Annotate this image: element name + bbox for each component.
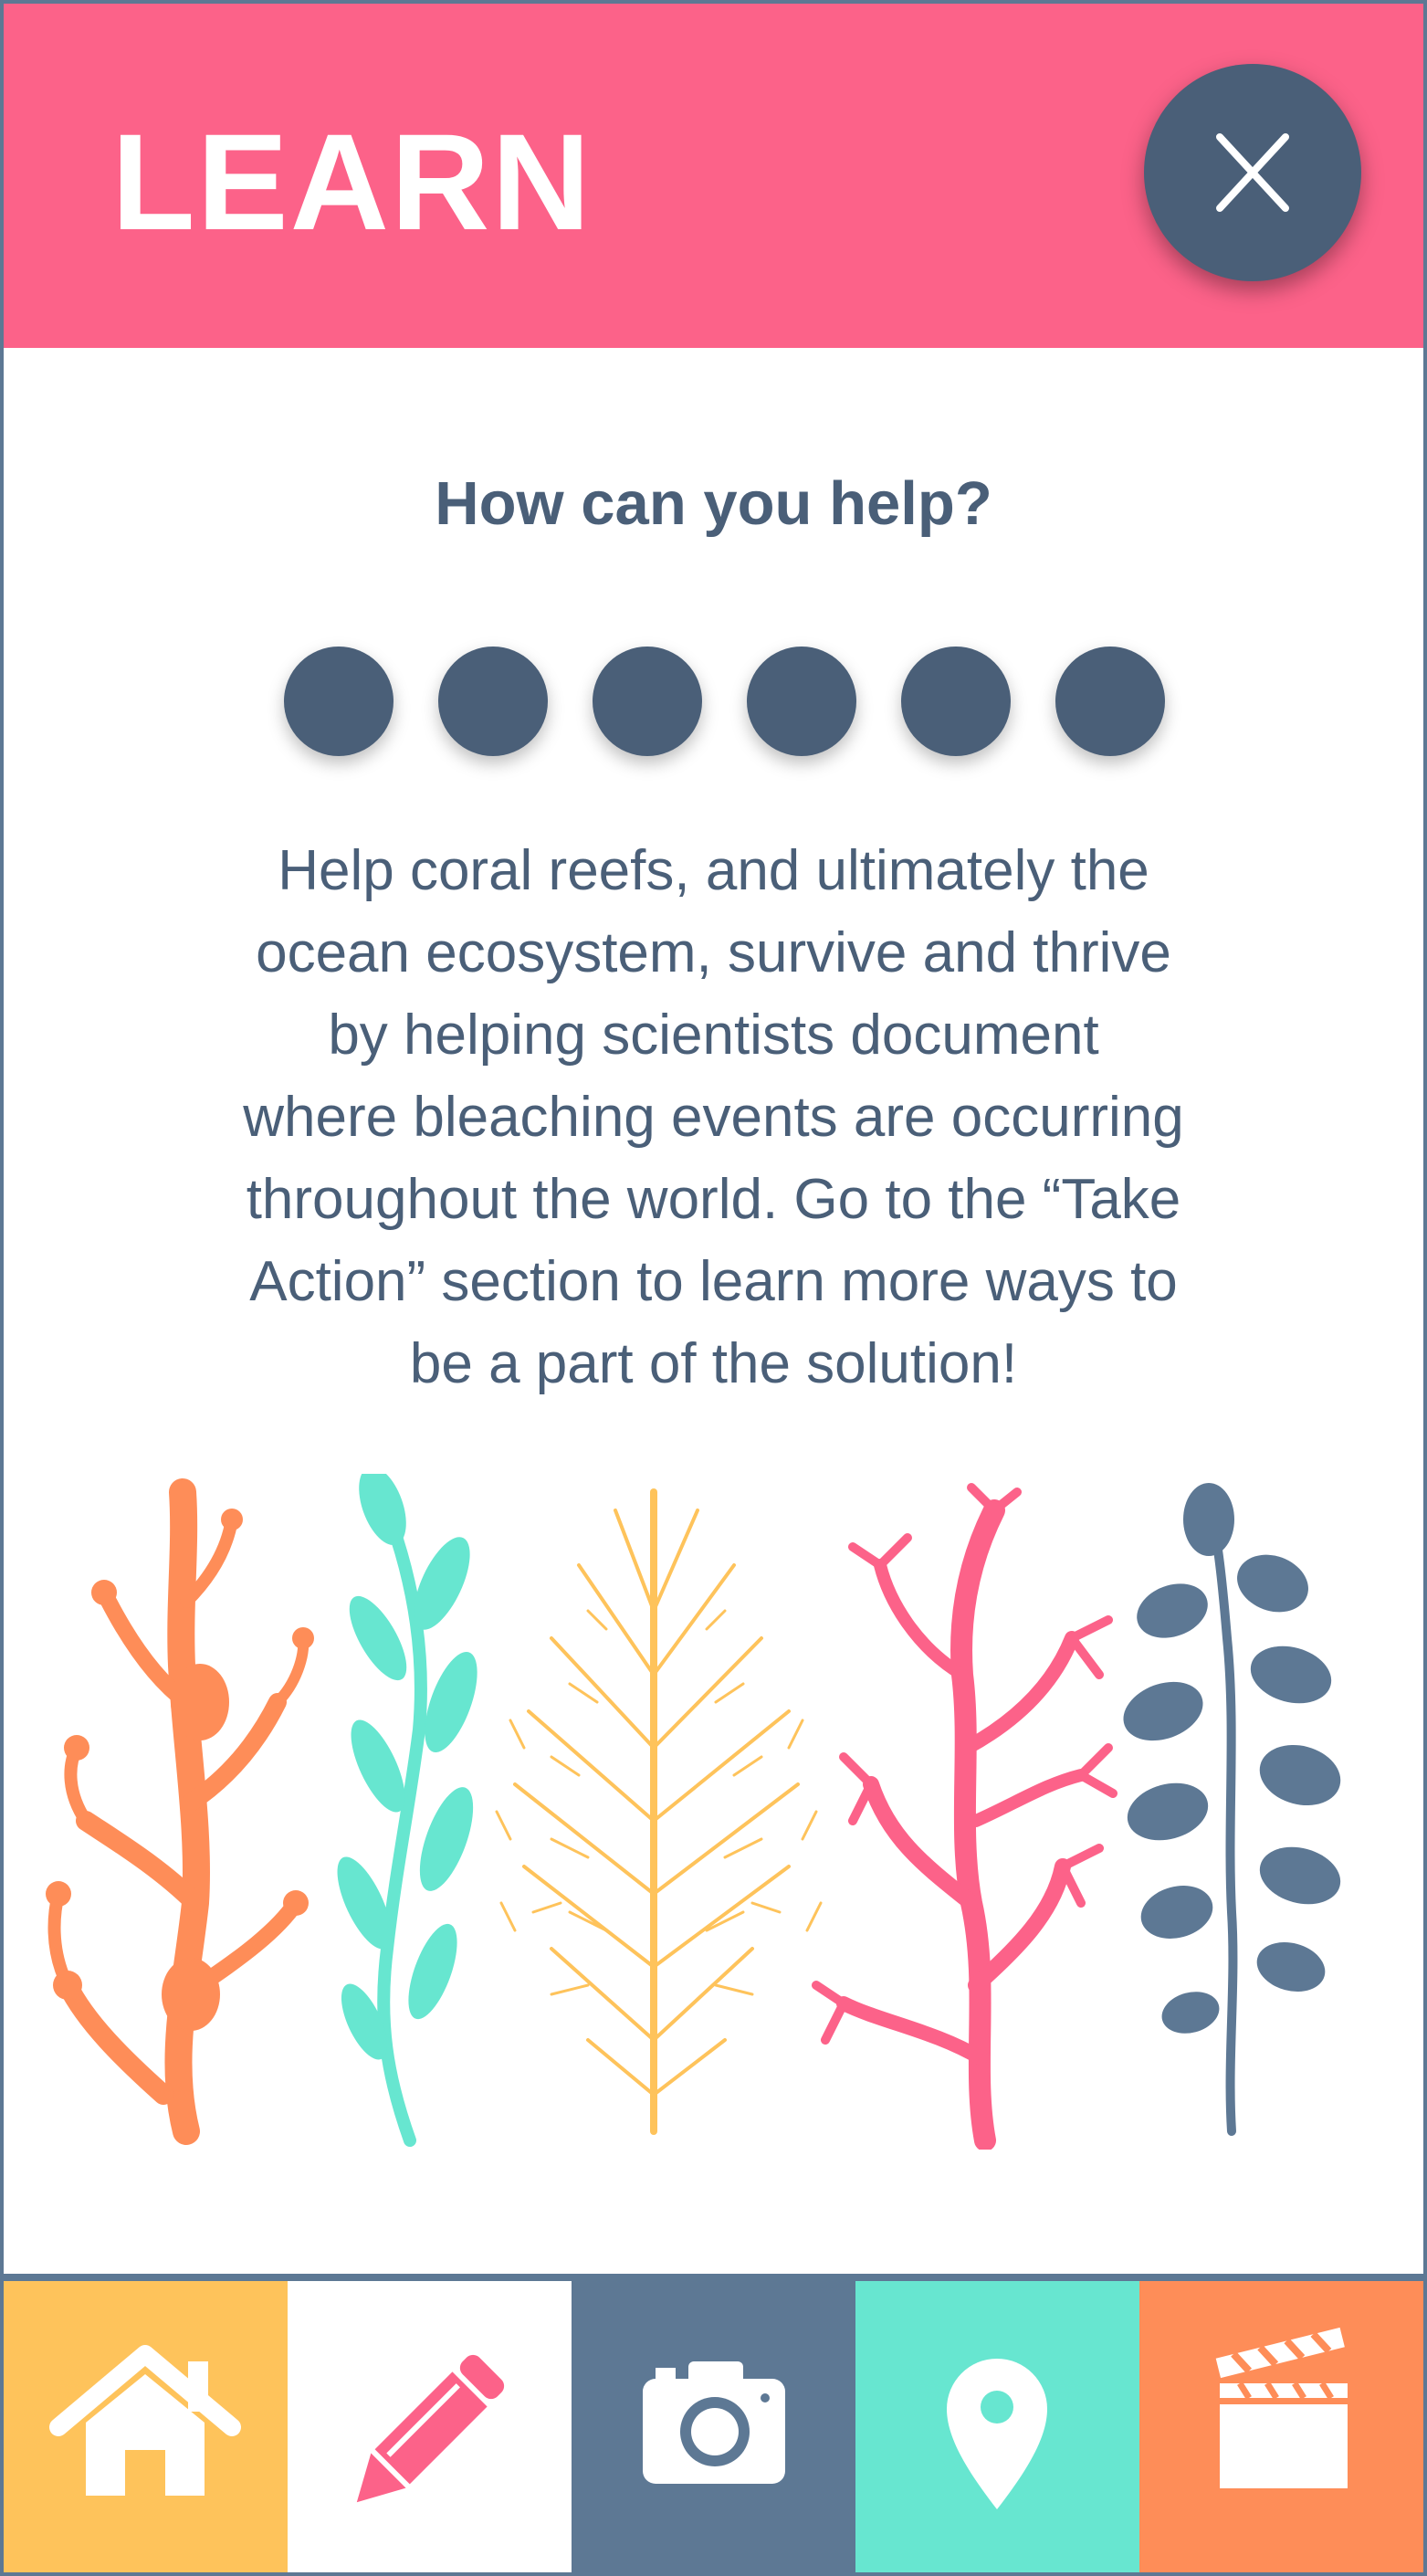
description-line: Action” section to learn more ways to — [249, 1250, 1178, 1313]
nav-camera-button[interactable] — [572, 2281, 855, 2572]
step-dot-5[interactable] — [901, 647, 1011, 756]
location-pin-icon — [947, 2359, 1047, 2509]
coral-illustration — [46, 1474, 1341, 2150]
pink-coral-illustration — [812, 1483, 1117, 2150]
nav-video-button[interactable] — [1139, 2281, 1423, 2572]
description-line: ocean ecosystem, survive and thrive — [256, 921, 1171, 984]
nav-map-button[interactable] — [855, 2281, 1139, 2572]
step-dot-2[interactable] — [438, 647, 548, 756]
close-button[interactable] — [1144, 64, 1361, 281]
step-dot-6[interactable] — [1055, 647, 1165, 756]
nav-home-button[interactable] — [4, 2281, 288, 2572]
header-bar: LEARN — [4, 4, 1423, 348]
section-heading: How can you help? — [435, 469, 992, 538]
camera-icon — [643, 2361, 785, 2484]
step-dot-4[interactable] — [747, 647, 856, 756]
orange-coral-illustration — [47, 1478, 310, 2145]
home-icon — [49, 2345, 241, 2496]
teal-kelp-illustration — [337, 1474, 477, 2147]
description-line: where bleaching events are occurring — [243, 1086, 1184, 1149]
yellow-sea-fan-illustration — [495, 1488, 823, 2135]
clapperboard-icon — [1215, 2327, 1348, 2488]
pencil-icon — [356, 2354, 505, 2503]
page-title: LEARN — [111, 105, 593, 258]
description-line: throughout the world. Go to the “Take — [246, 1168, 1181, 1231]
description-text: Help coral reefs, and ultimately the oce… — [131, 830, 1296, 1405]
nav-edit-button[interactable] — [288, 2281, 572, 2572]
app-frame: LEARN How can you help? Help coral reefs… — [4, 4, 1423, 2572]
close-icon — [1216, 133, 1289, 212]
step-dot-3[interactable] — [593, 647, 702, 756]
description-line: Help coral reefs, and ultimately the — [278, 839, 1149, 902]
description-line: be a part of the solution! — [409, 1332, 1018, 1395]
description-line: by helping scientists document — [328, 1004, 1099, 1067]
bottom-nav — [4, 2274, 1423, 2572]
step-indicators — [284, 647, 1170, 760]
step-dot-1[interactable] — [284, 647, 393, 756]
slate-seaweed-illustration — [1123, 1483, 1341, 2136]
